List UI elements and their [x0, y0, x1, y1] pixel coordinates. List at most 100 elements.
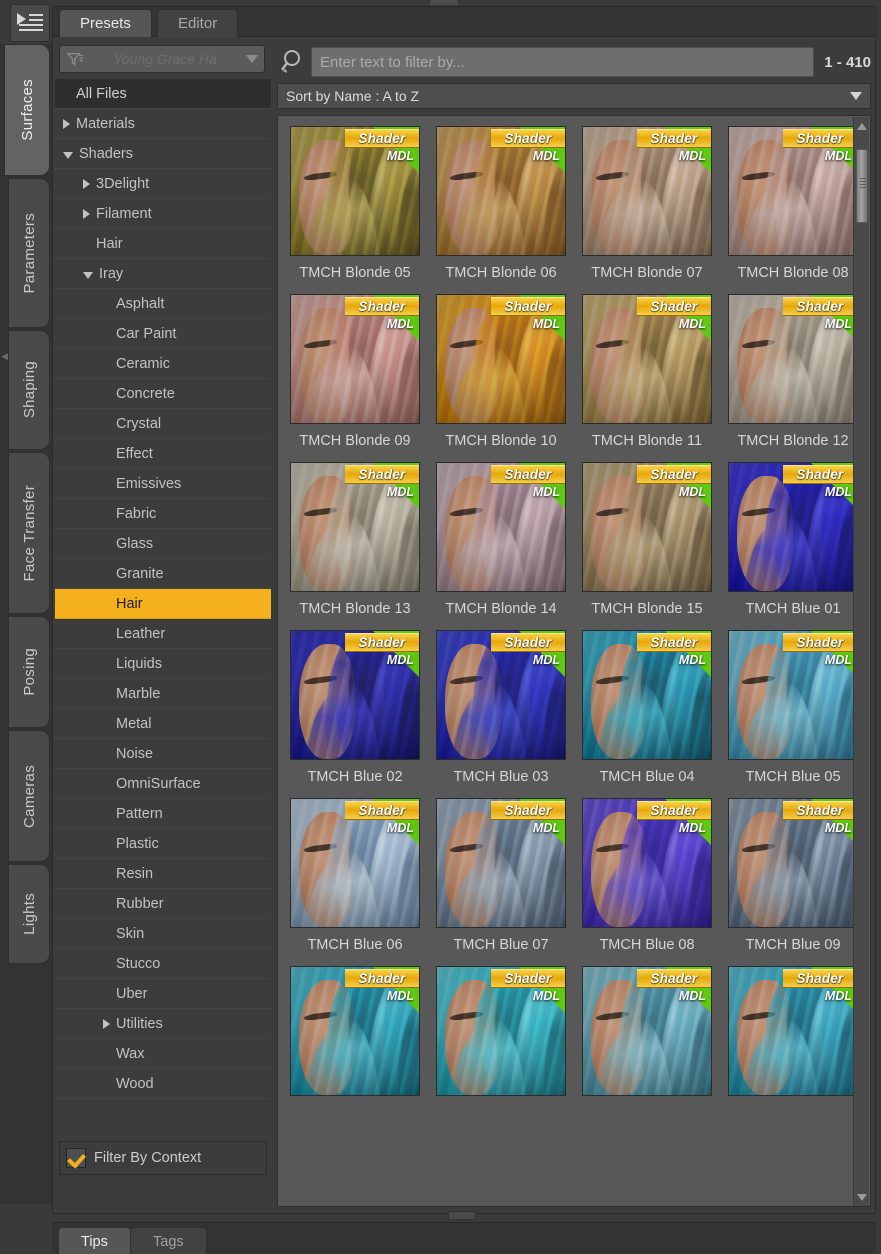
asset-cell[interactable]: Shader MDL TMCH Blonde 11	[574, 290, 720, 458]
asset-cell[interactable]: Shader MDL	[282, 962, 428, 1105]
tree-item[interactable]: Crystal	[55, 409, 271, 439]
tree-item[interactable]: Hair	[55, 229, 271, 259]
grid-scrollbar[interactable]	[853, 117, 869, 1206]
asset-thumbnail[interactable]: Shader MDL	[436, 294, 566, 424]
asset-cell[interactable]: Shader MDL TMCH Blue 02	[282, 626, 428, 794]
asset-thumbnail[interactable]: Shader MDL	[290, 798, 420, 928]
asset-thumbnail[interactable]: Shader MDL	[582, 966, 712, 1096]
rail-tab-posing[interactable]: Posing	[8, 616, 50, 728]
tree-item[interactable]: Metal	[55, 709, 271, 739]
rail-tab-shaping[interactable]: Shaping	[8, 330, 50, 450]
scroll-down-icon[interactable]	[857, 1194, 867, 1201]
asset-thumbnail[interactable]: Shader MDL	[728, 966, 858, 1096]
top-splitter-handle[interactable]	[430, 0, 458, 5]
chevron-down-icon[interactable]	[83, 271, 93, 279]
tree-item[interactable]: Stucco	[55, 949, 271, 979]
filter-by-context-checkbox[interactable]	[66, 1148, 86, 1168]
tree-item[interactable]: Noise	[55, 739, 271, 769]
tree-item[interactable]: Hair	[55, 589, 271, 619]
asset-cell[interactable]: Shader MDL	[428, 962, 574, 1105]
tree-item[interactable]: Materials	[55, 109, 271, 139]
rail-tab-lights[interactable]: Lights	[8, 864, 50, 964]
tree-item[interactable]: Glass	[55, 529, 271, 559]
tree-item[interactable]: Rubber	[55, 889, 271, 919]
chevron-right-icon[interactable]	[83, 178, 90, 189]
asset-cell[interactable]: Shader MDL TMCH Blonde 13	[282, 458, 428, 626]
asset-cell[interactable]: Shader MDL TMCH Blue 01	[720, 458, 866, 626]
asset-cell[interactable]: Shader MDL TMCH Blonde 15	[574, 458, 720, 626]
tree-item[interactable]: Marble	[55, 679, 271, 709]
asset-thumbnail[interactable]: Shader MDL	[728, 126, 858, 256]
asset-cell[interactable]: Shader MDL TMCH Blue 04	[574, 626, 720, 794]
asset-thumbnail[interactable]: Shader MDL	[290, 294, 420, 424]
tab-presets[interactable]: Presets	[59, 9, 152, 37]
chevron-down-icon[interactable]	[850, 92, 862, 100]
asset-thumbnail[interactable]: Shader MDL	[728, 462, 858, 592]
sort-dropdown[interactable]: Sort by Name : A to Z	[277, 83, 871, 109]
asset-thumbnail[interactable]: Shader MDL	[290, 462, 420, 592]
asset-cell[interactable]: Shader MDL TMCH Blue 05	[720, 626, 866, 794]
grid-scrollbar-thumb[interactable]	[856, 149, 868, 223]
asset-thumbnail[interactable]: Shader MDL	[436, 966, 566, 1096]
rail-tab-cameras[interactable]: Cameras	[8, 730, 50, 862]
asset-cell[interactable]: Shader MDL	[720, 962, 866, 1105]
asset-thumbnail[interactable]: Shader MDL	[582, 798, 712, 928]
tab-tips[interactable]: Tips	[58, 1227, 131, 1254]
tree-item[interactable]: Concrete	[55, 379, 271, 409]
tree-item[interactable]: Wax	[55, 1039, 271, 1069]
tree-item[interactable]: Leather	[55, 619, 271, 649]
tree-item[interactable]: All Files	[55, 79, 271, 109]
asset-thumbnail[interactable]: Shader MDL	[436, 126, 566, 256]
asset-cell[interactable]: Shader MDL	[574, 962, 720, 1105]
tree-item[interactable]: Granite	[55, 559, 271, 589]
tree-item[interactable]: Resin	[55, 859, 271, 889]
chevron-right-icon[interactable]	[103, 1018, 110, 1029]
filter-by-context-row[interactable]: Filter By Context	[59, 1141, 267, 1175]
asset-cell[interactable]: Shader MDL TMCH Blonde 06	[428, 122, 574, 290]
chevron-down-icon[interactable]	[246, 55, 258, 63]
chevron-right-icon[interactable]	[83, 208, 90, 219]
asset-cell[interactable]: Shader MDL TMCH Blonde 14	[428, 458, 574, 626]
search-icon[interactable]	[277, 47, 311, 77]
asset-cell[interactable]: Shader MDL TMCH Blue 07	[428, 794, 574, 962]
asset-cell[interactable]: Shader MDL TMCH Blue 03	[428, 626, 574, 794]
bottom-splitter-handle[interactable]	[448, 1211, 476, 1220]
tree-item[interactable]: Liquids	[55, 649, 271, 679]
tree-item[interactable]: Plastic	[55, 829, 271, 859]
panel-menu-button[interactable]	[10, 4, 50, 42]
rail-tab-face-transfer[interactable]: Face Transfer	[8, 452, 50, 614]
tree-item[interactable]: Emissives	[55, 469, 271, 499]
asset-thumbnail[interactable]: Shader MDL	[728, 798, 858, 928]
asset-thumbnail[interactable]: Shader MDL	[582, 630, 712, 760]
tree-item[interactable]: Asphalt	[55, 289, 271, 319]
chevron-right-icon[interactable]	[63, 118, 70, 129]
tree-item[interactable]: Wood	[55, 1069, 271, 1099]
tree-item[interactable]: Car Paint	[55, 319, 271, 349]
asset-thumbnail[interactable]: Shader MDL	[436, 462, 566, 592]
asset-cell[interactable]: Shader MDL TMCH Blonde 05	[282, 122, 428, 290]
chevron-down-icon[interactable]	[63, 151, 73, 159]
asset-thumbnail[interactable]: Shader MDL	[436, 630, 566, 760]
asset-cell[interactable]: Shader MDL TMCH Blue 08	[574, 794, 720, 962]
tree-item[interactable]: OmniSurface	[55, 769, 271, 799]
asset-thumbnail[interactable]: Shader MDL	[582, 294, 712, 424]
asset-cell[interactable]: Shader MDL TMCH Blonde 12	[720, 290, 866, 458]
search-input[interactable]	[311, 47, 815, 77]
asset-cell[interactable]: Shader MDL TMCH Blue 09	[720, 794, 866, 962]
asset-cell[interactable]: Shader MDL TMCH Blonde 07	[574, 122, 720, 290]
tree-item[interactable]: Pattern	[55, 799, 271, 829]
tree-item[interactable]: Uber	[55, 979, 271, 1009]
asset-cell[interactable]: Shader MDL TMCH Blonde 09	[282, 290, 428, 458]
tree-item[interactable]: Filament	[55, 199, 271, 229]
tree-item[interactable]: Ceramic	[55, 349, 271, 379]
tab-tags[interactable]: Tags	[130, 1227, 207, 1254]
tree-item[interactable]: Utilities	[55, 1009, 271, 1039]
tree-item[interactable]: Skin	[55, 919, 271, 949]
tree-item[interactable]: Fabric	[55, 499, 271, 529]
asset-thumbnail[interactable]: Shader MDL	[582, 126, 712, 256]
tree-item[interactable]: Shaders	[55, 139, 271, 169]
category-tree[interactable]: All Files Materials Shaders 3Delight Filamen…	[55, 79, 271, 1177]
asset-thumbnail[interactable]: Shader MDL	[290, 126, 420, 256]
asset-cell[interactable]: Shader MDL TMCH Blue 06	[282, 794, 428, 962]
asset-cell[interactable]: Shader MDL TMCH Blonde 10	[428, 290, 574, 458]
